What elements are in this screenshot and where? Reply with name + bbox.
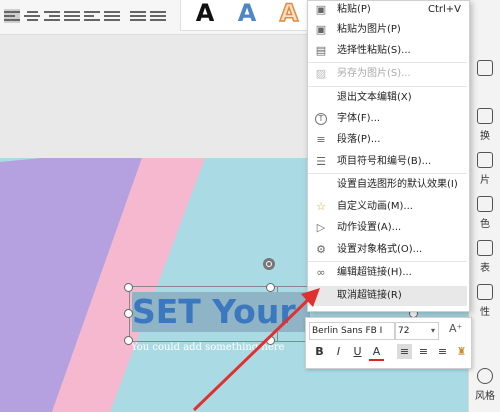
align-center-button[interactable]: ≡ [416, 344, 431, 359]
menu-separator [308, 62, 467, 63]
align-left-icon[interactable] [4, 9, 20, 23]
resize-handle-bottom-left[interactable] [124, 336, 133, 345]
grow-font-icon[interactable]: A⁺ [449, 322, 462, 335]
style-icon [477, 368, 493, 384]
columns-icon[interactable] [150, 9, 166, 23]
wordart-sample-orange[interactable]: A [271, 0, 307, 27]
action-settings-icon: ▷ [316, 221, 326, 234]
pane-item-3[interactable]: 色 [472, 196, 498, 230]
wordart-sample-blue[interactable]: A [229, 0, 265, 26]
paste-special-icon: ▤ [315, 44, 327, 57]
pane-icon [477, 196, 493, 212]
red-arrow-annotation [192, 288, 320, 412]
menu-item-action-settings[interactable]: ▷ 动作设置(A)... [308, 218, 467, 238]
pane-item-1[interactable]: 换 [472, 108, 498, 142]
menu-item-paste-as-image[interactable]: ▣ 粘贴为图片(P) [308, 20, 467, 40]
pane-item-5[interactable]: 性 [472, 284, 498, 318]
chevron-down-icon: ▾ [430, 326, 435, 335]
pane-icon [477, 152, 493, 168]
pane-item-0[interactable] [472, 60, 498, 79]
text-direction-icon[interactable] [104, 9, 120, 23]
align-left-button[interactable]: ≡ [397, 344, 412, 359]
menu-item-format-object[interactable]: ⚙ 设置对象格式(O)... [308, 240, 467, 260]
align-right-icon[interactable] [44, 9, 60, 23]
font-icon: T [315, 113, 327, 125]
menu-item-paragraph[interactable]: ≡ 段落(P)... [308, 130, 467, 150]
format-object-icon: ⚙ [316, 243, 326, 256]
justify-icon[interactable] [64, 9, 80, 23]
menu-separator [308, 261, 467, 262]
menu-item-paste[interactable]: ▣ 粘贴(P) Ctrl+V [308, 0, 467, 20]
resize-handle-mid-left[interactable] [124, 309, 133, 318]
menu-item-exit-text-edit[interactable]: 退出文本编辑(X) [308, 88, 467, 108]
bullets-icon: ☰ [316, 155, 326, 168]
underline-button[interactable]: U [350, 344, 365, 359]
align-center-icon: ≡ [418, 345, 429, 358]
paragraph-icon: ≡ [316, 133, 326, 146]
wordart-sample-black[interactable]: A [187, 0, 223, 26]
align-center-icon[interactable] [24, 9, 40, 23]
custom-animation-icon: ☆ [316, 200, 326, 213]
paste-as-image-icon: ▣ [315, 23, 327, 36]
resize-handle-top-left[interactable] [124, 283, 133, 292]
menu-item-paste-special[interactable]: ▤ 选择性粘贴(S)... [308, 41, 467, 61]
save-as-image-icon: ▨ [315, 67, 327, 80]
pane-icon [477, 108, 493, 124]
distributed-icon[interactable] [84, 9, 100, 23]
menu-item-remove-hyperlink[interactable]: 取消超链接(R) [308, 286, 467, 306]
paste-icon: ▣ [315, 3, 327, 16]
italic-button[interactable]: I [331, 344, 346, 359]
pane-icon [477, 240, 493, 256]
format-painter-icon[interactable]: ♜ [454, 344, 469, 359]
style-button[interactable]: 风格 [472, 368, 498, 402]
font-color-button[interactable]: A [369, 344, 384, 361]
pane-icon [477, 284, 493, 300]
menu-item-default-shape-effect[interactable]: 设置自选图形的默认效果(I) [308, 175, 467, 195]
align-right-icon: ≡ [437, 345, 448, 358]
menu-item-bullets[interactable]: ☰ 项目符号和编号(B)... [308, 152, 467, 172]
pane-icon [477, 60, 493, 76]
menu-separator [308, 173, 467, 174]
hyperlink-icon: ∞ [316, 266, 326, 279]
menu-item-save-as-image[interactable]: ▨ 另存为图片(S)... [308, 64, 467, 84]
menu-separator [308, 86, 467, 87]
font-size-select[interactable]: 72 ▾ [395, 322, 439, 340]
align-right-button[interactable]: ≡ [435, 344, 450, 359]
rotate-handle-icon[interactable] [263, 258, 275, 270]
line-spacing-icon[interactable] [130, 9, 146, 23]
align-left-icon: ≡ [399, 345, 410, 358]
menu-item-edit-hyperlink[interactable]: ∞ 编辑超链接(H)... [308, 263, 467, 283]
menu-item-font[interactable]: T 字体(F)... [308, 109, 467, 129]
pane-item-4[interactable]: 表 [472, 240, 498, 274]
pane-item-2[interactable]: 片 [472, 152, 498, 186]
menu-item-custom-animation[interactable]: ☆ 自定义动画(M)... [308, 197, 467, 217]
